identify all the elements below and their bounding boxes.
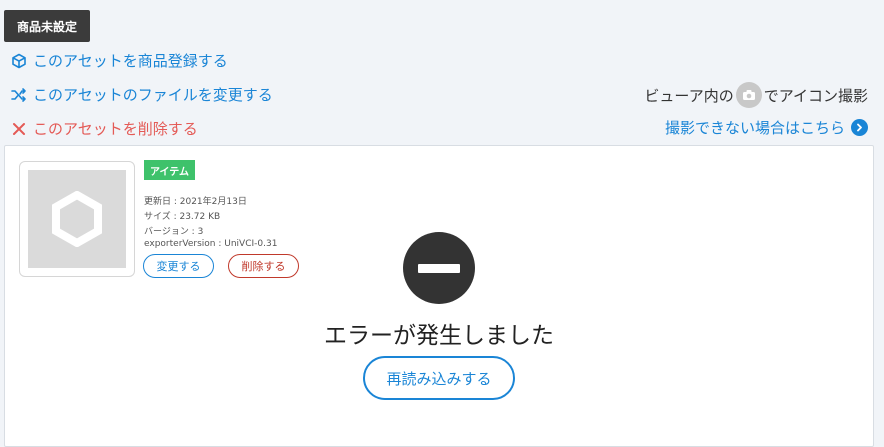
reload-button[interactable]: 再読み込みする: [363, 356, 515, 400]
error-message: エラーが発生しました: [324, 323, 554, 349]
status-tag: 商品未設定: [4, 10, 90, 42]
change-button[interactable]: 変更する: [143, 254, 214, 278]
asset-file-size: サイズ : 23.72 KB: [144, 212, 221, 222]
asset-updated-date: 更新日 : 2021年2月13日: [144, 197, 247, 207]
viewer-hint-before: ビューア内の: [644, 86, 734, 105]
shuffle-icon: [11, 87, 27, 103]
change-file-label: このアセットのファイルを変更する: [33, 86, 273, 104]
asset-thumbnail: [19, 161, 135, 277]
help-link-label: 撮影できない場合はこちら: [664, 119, 845, 137]
asset-exporter-version: exporterVersion : UniVCI-0.31: [144, 239, 278, 249]
close-icon: [11, 121, 27, 137]
asset-type-badge: アイテム: [144, 160, 195, 180]
thumbnail-placeholder: [28, 170, 126, 268]
hexagon-placeholder-icon: [52, 191, 102, 247]
cube-icon: [11, 53, 27, 69]
change-file-link[interactable]: このアセットのファイルを変更する: [11, 84, 273, 105]
register-product-link[interactable]: このアセットを商品登録する: [11, 50, 228, 71]
help-link[interactable]: 撮影できない場合はこちら: [665, 117, 868, 138]
error-icon: [403, 232, 475, 304]
camera-icon: [735, 82, 762, 108]
viewer-hint-after: でアイコン撮影: [763, 86, 868, 105]
delete-asset-link[interactable]: このアセットを削除する: [11, 118, 198, 139]
delete-button[interactable]: 削除する: [228, 254, 299, 278]
viewer-hint: ビューア内の でアイコン撮影: [644, 82, 868, 108]
chevron-right-icon: [851, 119, 868, 136]
register-product-label: このアセットを商品登録する: [33, 52, 228, 70]
delete-asset-label: このアセットを削除する: [33, 120, 198, 138]
asset-version: バージョン : 3: [144, 227, 204, 237]
asset-panel: アイテム 更新日 : 2021年2月13日 サイズ : 23.72 KB バージ…: [4, 145, 874, 447]
